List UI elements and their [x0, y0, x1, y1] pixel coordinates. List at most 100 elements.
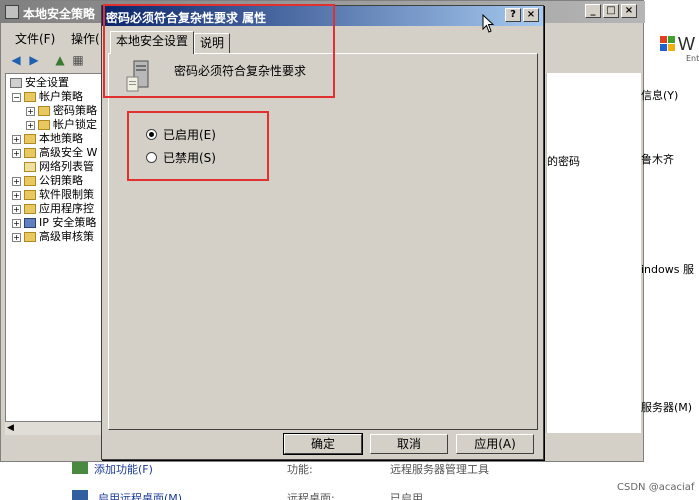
- toolbar: ◀ ▶ ▲ ▦: [1, 49, 101, 71]
- radio-unselected-icon[interactable]: [146, 152, 157, 163]
- show-hide-tree-icon[interactable]: ▦: [71, 53, 85, 67]
- tab-explain[interactable]: 说明: [194, 33, 231, 53]
- help-button[interactable]: ?: [505, 8, 521, 22]
- tree-item[interactable]: − 帐户策略: [12, 90, 83, 104]
- folder-icon: [24, 232, 36, 242]
- folder-icon: [24, 148, 36, 158]
- expand-icon[interactable]: +: [12, 190, 21, 200]
- back-icon[interactable]: ◀: [9, 53, 23, 67]
- expand-icon[interactable]: +: [12, 218, 21, 228]
- tree-label: 安全设置: [25, 76, 69, 89]
- add-feature-icon: [72, 462, 88, 474]
- server-text: 服务器(M): [641, 401, 693, 414]
- windows-text: indows 服: [641, 263, 694, 276]
- ok-button[interactable]: 确定: [283, 433, 363, 455]
- add-feature-link[interactable]: 添加功能(F): [94, 461, 153, 477]
- tree-label: 应用程序控: [39, 202, 94, 215]
- disabled-radio[interactable]: 已禁用(S): [146, 149, 216, 166]
- tree-label: 帐户策略: [39, 90, 83, 103]
- tree-label: 公钥策略: [39, 174, 83, 187]
- expand-icon[interactable]: +: [26, 120, 35, 130]
- detail-pane: 信息(Y) 的密码 鲁木齐 indows 服 服务器(M): [546, 73, 694, 433]
- menubar: 文件(F) 操作(: [1, 27, 101, 47]
- up-icon[interactable]: ▲: [53, 53, 67, 67]
- disabled-label: 已禁用(S): [163, 151, 216, 165]
- folder-icon: [24, 204, 36, 214]
- forward-icon[interactable]: ▶: [27, 53, 41, 67]
- windows-server-logo: W Ent: [646, 30, 699, 70]
- tree-label: 帐户锁定: [53, 118, 97, 131]
- bottom-background: 添加功能(F) 功能: 远程服务器管理工具 启用远程桌面(M) 远程桌面: 已启…: [0, 462, 699, 500]
- watermark: CSDN @acaciaf: [617, 482, 695, 493]
- main-title: 本地安全策略: [23, 7, 96, 21]
- network-list-icon: [24, 162, 36, 172]
- tree-item[interactable]: + 应用程序控: [12, 202, 94, 216]
- tree-pane[interactable]: 安全设置 − 帐户策略 + 密码策略 + 帐户锁定 + 本地策略 + 高级安全 W 网络列…: [5, 73, 105, 433]
- tree-item[interactable]: + 软件限制策: [12, 188, 94, 202]
- folder-icon: [24, 190, 36, 200]
- rdp-label: 远程桌面:: [287, 492, 335, 500]
- expand-icon[interactable]: +: [12, 232, 21, 242]
- mouse-cursor-icon: [482, 13, 496, 34]
- tree-label: 高级审核策: [39, 230, 94, 243]
- logo-subtext: Ent: [686, 54, 699, 63]
- horizontal-scrollbar[interactable]: ◀: [5, 421, 105, 435]
- security-settings-icon: [10, 78, 22, 88]
- menu-file[interactable]: 文件(F): [15, 30, 55, 47]
- app-icon: [5, 5, 19, 19]
- tab-body: [108, 53, 538, 430]
- expand-icon[interactable]: +: [26, 106, 35, 116]
- tree-label: 本地策略: [39, 132, 83, 145]
- tree-item[interactable]: 网络列表管: [24, 160, 94, 174]
- apply-button[interactable]: 应用(A): [456, 434, 534, 454]
- dialog-title-bar[interactable]: 密码必须符合复杂性要求 属性 ? ×: [102, 6, 543, 26]
- tree-item[interactable]: + 帐户锁定: [26, 118, 97, 132]
- folder-lock-icon: [38, 106, 50, 116]
- minimize-button[interactable]: _: [585, 4, 601, 18]
- policy-server-icon: [124, 59, 152, 93]
- dialog-title: 密码必须符合复杂性要求 属性: [106, 11, 267, 25]
- tree-item[interactable]: + 公钥策略: [12, 174, 83, 188]
- expand-icon[interactable]: +: [12, 134, 21, 144]
- feature-label: 功能:: [287, 463, 313, 476]
- cancel-button[interactable]: 取消: [370, 434, 448, 454]
- logo-text: W: [678, 34, 695, 54]
- feature-value: 远程服务器管理工具: [390, 463, 489, 476]
- close-button[interactable]: ×: [621, 4, 637, 18]
- radio-selected-icon[interactable]: [146, 129, 157, 140]
- enabled-label: 已启用(E): [163, 128, 216, 142]
- folder-lock-icon: [24, 92, 36, 102]
- folder-icon: [24, 134, 36, 144]
- enable-rdp-link[interactable]: 启用远程桌面(M): [98, 490, 182, 500]
- tree-item[interactable]: + 密码策略: [26, 104, 97, 118]
- tree-label: 密码策略: [53, 104, 97, 117]
- ip-security-icon: [24, 218, 36, 228]
- scroll-left-icon[interactable]: ◀: [7, 423, 14, 433]
- policy-name: 密码必须符合复杂性要求: [174, 64, 307, 78]
- city-text: 鲁木齐: [641, 153, 674, 166]
- tree-item[interactable]: + IP 安全策略: [12, 216, 96, 230]
- tree-label: 高级安全 W: [39, 146, 98, 159]
- remote-desktop-icon: [72, 490, 88, 500]
- tree-item[interactable]: 安全设置: [10, 76, 69, 90]
- password-text: 的密码: [547, 155, 580, 168]
- expand-icon[interactable]: +: [12, 148, 21, 158]
- tab-local-security-setting[interactable]: 本地安全设置: [110, 31, 195, 54]
- tree-item[interactable]: + 高级安全 W: [12, 146, 97, 160]
- menu-action[interactable]: 操作(: [71, 30, 100, 47]
- tree-label: 网络列表管: [39, 160, 94, 173]
- expand-icon[interactable]: +: [12, 176, 21, 186]
- dialog-close-button[interactable]: ×: [523, 8, 539, 22]
- tree-item[interactable]: + 本地策略: [12, 132, 83, 146]
- expand-icon[interactable]: +: [12, 204, 21, 214]
- folder-icon: [24, 176, 36, 186]
- tree-label: IP 安全策略: [39, 216, 97, 229]
- tree-item[interactable]: + 高级审核策: [12, 230, 94, 244]
- tree-label: 软件限制策: [39, 188, 94, 201]
- enabled-radio[interactable]: 已启用(E): [146, 126, 216, 143]
- maximize-button[interactable]: □: [603, 4, 619, 18]
- info-text: 信息(Y): [641, 89, 679, 102]
- properties-dialog: 密码必须符合复杂性要求 属性 ? × 本地安全设置 说明 密码必须符合复杂性要求…: [101, 5, 544, 460]
- folder-lock-icon: [38, 120, 50, 130]
- collapse-icon[interactable]: −: [12, 92, 21, 102]
